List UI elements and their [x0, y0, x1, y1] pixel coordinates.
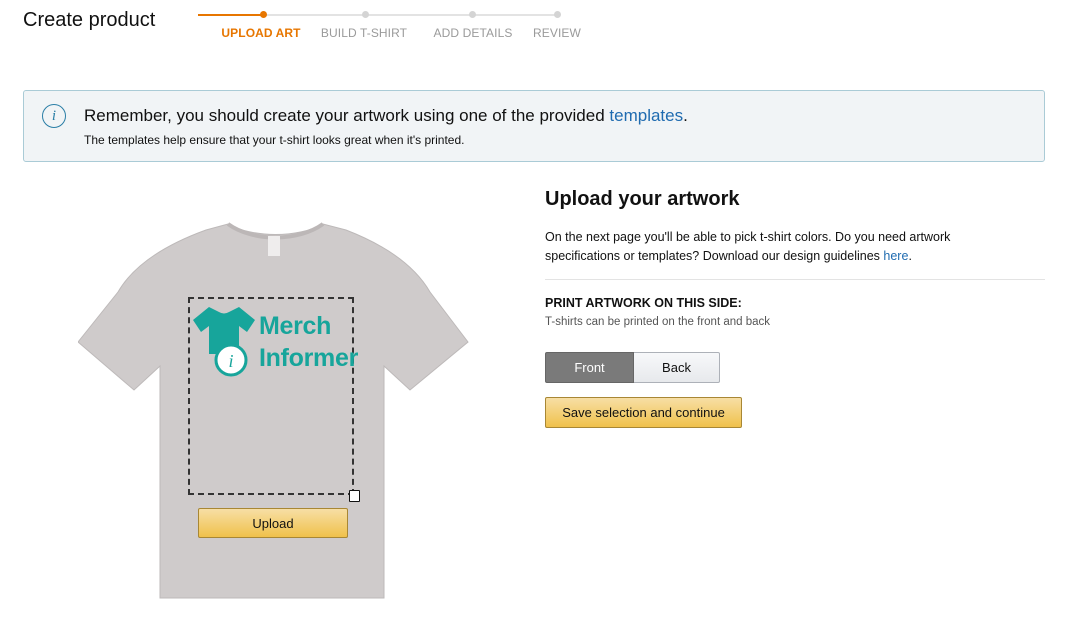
svg-text:i: i	[228, 351, 233, 371]
back-button[interactable]: Back	[634, 352, 720, 383]
guidelines-link[interactable]: here	[883, 249, 908, 263]
step-label-review[interactable]: REVIEW	[533, 26, 581, 40]
step-dot-review	[554, 11, 561, 18]
tshirt-logo-icon: i	[193, 307, 255, 377]
merch-informer-logo: i Merch Informer	[189, 302, 359, 382]
divider	[545, 279, 1045, 280]
info-icon: i	[42, 104, 66, 128]
upload-description-end: .	[908, 249, 912, 263]
upload-description: On the next page you'll be able to pick …	[545, 228, 985, 266]
step-label-add-details[interactable]: ADD DETAILS	[434, 26, 513, 40]
upload-heading: Upload your artwork	[545, 188, 740, 210]
banner-subtext: The templates help ensure that your t-sh…	[84, 133, 465, 147]
banner-message: Remember, you should create your artwork…	[84, 106, 688, 126]
print-side-subtext: T-shirts can be printed on the front and…	[545, 316, 771, 328]
page-title: Create product	[23, 9, 156, 31]
step-label-upload-art[interactable]: UPLOAD ART	[221, 26, 300, 40]
templates-link[interactable]: templates	[609, 106, 683, 125]
step-dot-upload-art	[260, 11, 267, 18]
info-banner: i Remember, you should create your artwo…	[23, 90, 1045, 162]
banner-text-end: .	[683, 106, 688, 125]
step-dot-add-details	[469, 11, 476, 18]
logo-text-merch: Merch	[259, 312, 332, 340]
logo-text-informer: Informer	[259, 344, 359, 372]
step-track-line	[263, 14, 559, 16]
banner-text: Remember, you should create your artwork…	[84, 106, 610, 125]
print-side-toggle: Front Back	[545, 352, 720, 383]
step-progress-line	[198, 14, 263, 16]
front-button[interactable]: Front	[545, 352, 634, 383]
step-dot-build-tshirt	[362, 11, 369, 18]
print-side-heading: PRINT ARTWORK ON THIS SIDE:	[545, 296, 742, 310]
progress-stepper: UPLOAD ART BUILD T-SHIRT ADD DETAILS REV…	[198, 8, 588, 42]
trash-icon[interactable]	[349, 490, 360, 502]
upload-button[interactable]: Upload	[198, 508, 348, 538]
step-label-build-tshirt[interactable]: BUILD T-SHIRT	[321, 26, 407, 40]
save-continue-button[interactable]: Save selection and continue	[545, 397, 742, 428]
